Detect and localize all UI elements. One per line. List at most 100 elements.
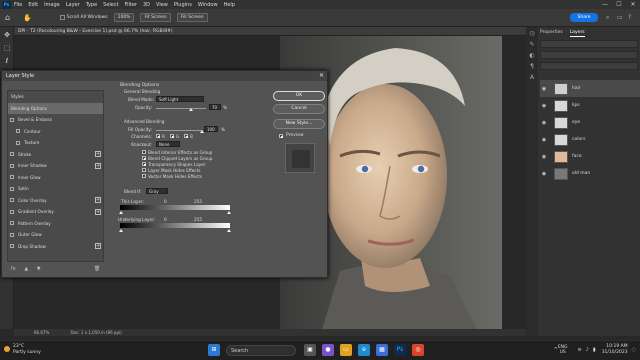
opacity-slider-handle[interactable]: [189, 108, 193, 111]
layer-filter-row[interactable]: [540, 40, 638, 48]
volume-icon[interactable]: ♪: [586, 347, 589, 353]
store-icon[interactable]: ▦: [376, 344, 388, 356]
menu-window[interactable]: Window: [198, 2, 218, 8]
blend-mode-row[interactable]: [540, 51, 638, 59]
blend-if-select[interactable]: Gray: [146, 188, 168, 194]
visibility-eye-icon[interactable]: ◉: [540, 86, 548, 92]
zoom-100-button[interactable]: 100%: [113, 13, 135, 22]
style-checkbox[interactable]: [10, 221, 14, 225]
menu-plugins[interactable]: Plugins: [174, 2, 192, 8]
style-outer-glow[interactable]: Outer Glow: [8, 229, 103, 241]
layer-row-face[interactable]: ◉ face: [540, 148, 640, 165]
preview-checkbox[interactable]: [279, 134, 283, 138]
windows-start-icon[interactable]: ⊞: [208, 344, 220, 356]
edge-icon[interactable]: e: [358, 344, 370, 356]
visibility-eye-icon[interactable]: ◉: [540, 171, 548, 177]
move-tool-icon[interactable]: ✥: [2, 30, 12, 40]
add-color-overlay-plus-icon[interactable]: +: [95, 197, 101, 203]
menu-type[interactable]: Type: [86, 2, 97, 8]
this-layer-black-handle[interactable]: [119, 211, 123, 214]
menu-image[interactable]: Image: [44, 2, 60, 8]
underlying-black-handle[interactable]: [119, 229, 123, 232]
fill-opacity-input[interactable]: 100: [204, 126, 218, 132]
clock[interactable]: 10:19 AM 31/10/2023: [602, 344, 628, 356]
style-stroke[interactable]: Stroke +: [8, 149, 103, 161]
taskbar-search[interactable]: Search: [226, 344, 296, 356]
help-icon[interactable]: ?: [628, 13, 636, 22]
channel-b-checkbox[interactable]: [184, 134, 188, 138]
chat-icon[interactable]: ●: [322, 344, 334, 356]
add-drop-shadow-plus-icon[interactable]: +: [95, 243, 101, 249]
style-checkbox[interactable]: [10, 186, 14, 191]
document-tab[interactable]: DPI - T2 (Recolouring B&W - Exercise 1).…: [14, 27, 526, 36]
layer-row-colors[interactable]: ◉ colors: [540, 131, 640, 148]
style-texture[interactable]: Texture: [8, 137, 103, 149]
channel-r-checkbox[interactable]: [156, 134, 160, 138]
move-up-icon[interactable]: ▲: [24, 266, 28, 272]
underlying-white-handle[interactable]: [227, 229, 231, 232]
task-view-icon[interactable]: ▣: [304, 344, 316, 356]
menu-file[interactable]: File: [14, 2, 22, 8]
history-icon[interactable]: ◷: [528, 30, 536, 38]
ok-button[interactable]: OK: [273, 91, 325, 101]
add-stroke-plus-icon[interactable]: +: [95, 151, 101, 157]
knockout-select[interactable]: None: [156, 141, 180, 147]
opacity-slider[interactable]: [156, 108, 206, 109]
dialog-close-icon[interactable]: ✕: [319, 71, 324, 81]
layer-row-lips[interactable]: ◉ lips: [540, 97, 640, 114]
menu-filter[interactable]: Filter: [125, 2, 137, 8]
style-contour[interactable]: Contour: [8, 126, 103, 138]
lock-row[interactable]: [540, 62, 638, 70]
style-bevel-emboss[interactable]: Bevel & Emboss: [8, 114, 103, 126]
fit-screen-button[interactable]: Fit Screen: [140, 13, 171, 22]
style-checkbox[interactable]: [16, 140, 20, 145]
vector-mask-hides-checkbox[interactable]: [142, 174, 146, 178]
style-inner-glow[interactable]: Inner Glow: [8, 172, 103, 184]
menu-3d[interactable]: 3D: [143, 2, 150, 8]
zoom-readout[interactable]: 66.67%: [34, 330, 49, 335]
scroll-all-windows-checkbox[interactable]: [59, 15, 65, 20]
marquee-tool-icon[interactable]: ⬚: [2, 43, 12, 53]
move-down-icon[interactable]: ▼: [37, 266, 41, 272]
style-checkbox[interactable]: [10, 175, 14, 179]
file-explorer-icon[interactable]: ▭: [340, 344, 352, 356]
workspace-icon[interactable]: ▭: [617, 13, 625, 22]
language-indicator[interactable]: ENG US: [558, 345, 568, 355]
blend-interior-checkbox[interactable]: [142, 150, 146, 154]
style-checkbox[interactable]: [10, 232, 14, 237]
blend-mode-select[interactable]: Soft Light: [156, 96, 204, 102]
character-icon[interactable]: A: [528, 74, 536, 82]
style-checkbox[interactable]: [10, 198, 14, 202]
add-inner-shadow-plus-icon[interactable]: +: [95, 162, 101, 169]
visibility-eye-icon[interactable]: ◉: [540, 137, 548, 143]
dialog-title-bar[interactable]: Layer Style ✕: [2, 71, 327, 81]
layer-mask-hides-checkbox[interactable]: [142, 168, 146, 172]
menu-help[interactable]: Help: [224, 2, 235, 8]
fx-icon[interactable]: fx: [11, 266, 16, 272]
layer-row-eye[interactable]: ◉ eye: [540, 114, 640, 131]
visibility-eye-icon[interactable]: ◉: [540, 103, 548, 109]
style-checkbox[interactable]: [16, 129, 20, 133]
photoshop-taskbar-icon[interactable]: Ps: [394, 344, 406, 356]
maximize-button[interactable]: ☐: [612, 0, 626, 9]
menu-view[interactable]: View: [156, 2, 168, 8]
close-window-button[interactable]: ✕: [626, 0, 640, 9]
style-checkbox[interactable]: [10, 163, 14, 168]
fill-opacity-slider[interactable]: [156, 130, 202, 131]
add-gradient-overlay-plus-icon[interactable]: +: [95, 208, 101, 215]
styles-header[interactable]: Styles: [8, 91, 103, 103]
chrome-icon[interactable]: ◎: [412, 344, 424, 356]
cancel-button[interactable]: Cancel: [273, 104, 325, 114]
this-layer-white-handle[interactable]: [227, 211, 231, 214]
weather-widget[interactable]: 23°C Partly sunny: [4, 344, 41, 356]
paragraph-icon[interactable]: ¶: [528, 63, 536, 71]
wifi-icon[interactable]: ≋: [578, 347, 582, 353]
style-checkbox[interactable]: [10, 117, 14, 122]
channel-g-checkbox[interactable]: [170, 134, 174, 138]
adjustments-icon[interactable]: ◐: [528, 52, 536, 60]
menu-select[interactable]: Select: [103, 2, 118, 8]
minimize-button[interactable]: —: [598, 0, 612, 9]
menu-edit[interactable]: Edit: [28, 2, 38, 8]
layer-row-hair[interactable]: ◉ hair: [540, 80, 640, 97]
share-button[interactable]: Share: [570, 13, 598, 22]
